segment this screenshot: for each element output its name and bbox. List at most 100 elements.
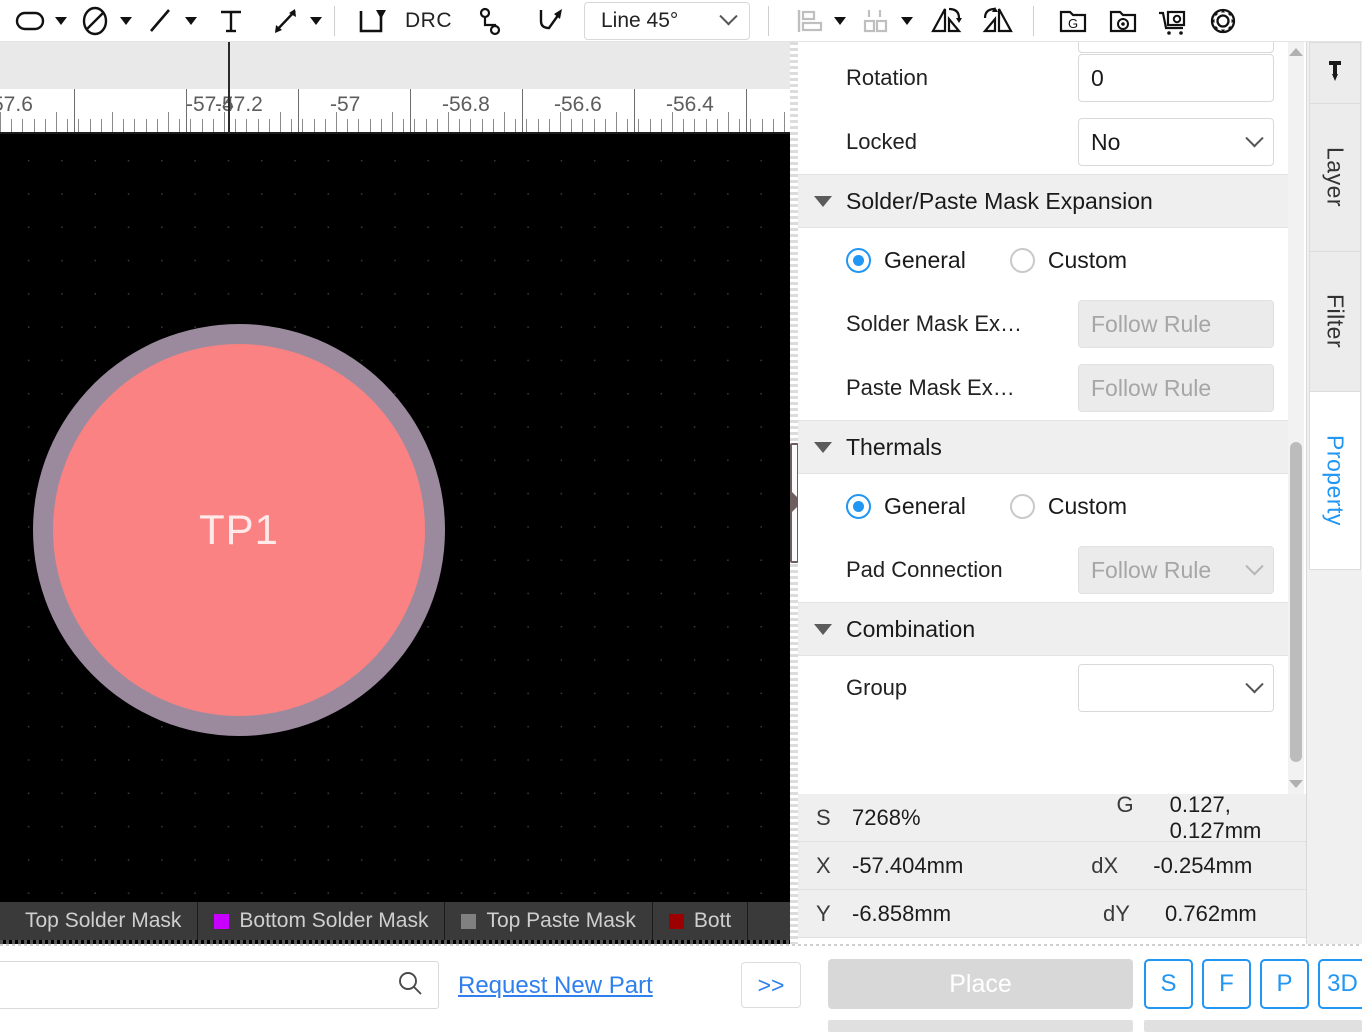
cart[interactable]: [1152, 0, 1194, 42]
scroll-down-button[interactable]: [1288, 776, 1304, 792]
library-search-bar: Request New Part >>: [0, 946, 812, 1032]
ruler-minor-tick: [426, 119, 427, 132]
ruler-minor-tick: [694, 119, 695, 132]
ruler-minor-tick: [414, 119, 415, 132]
ruler-minor-tick: [90, 119, 91, 132]
chevron-down-icon[interactable]: [901, 17, 913, 25]
chevron-down-icon: [1245, 129, 1263, 147]
pcb-drawing-canvas[interactable]: TP1: [0, 134, 790, 902]
group-select[interactable]: [1078, 664, 1274, 712]
thermals-custom-radio[interactable]: Custom: [1010, 493, 1127, 520]
trace-arrow-tool[interactable]: [530, 0, 570, 42]
sidebar-tab-filter[interactable]: Filter: [1309, 252, 1361, 392]
no-entry-tool[interactable]: [75, 0, 134, 42]
distribute-tool[interactable]: [856, 0, 915, 42]
ruler-minor-tick: [538, 119, 539, 132]
main-toolbar: DRC Line 45°: [0, 0, 1362, 42]
center-y-input[interactable]: 7.493mm: [1078, 42, 1274, 53]
scrollbar-thumb[interactable]: [1290, 442, 1302, 762]
status-row: S 7268% G 0.127, 0.127mm: [798, 794, 1306, 842]
sidebar-tab-layer[interactable]: Layer: [1309, 104, 1361, 252]
place-button[interactable]: Place: [828, 959, 1133, 1009]
pin-panel-button[interactable]: [1309, 42, 1361, 104]
pad-shape-tool[interactable]: [10, 0, 69, 42]
locked-select[interactable]: No: [1078, 118, 1274, 166]
toolbar-divider-2: [768, 6, 769, 36]
ruler-minor-tick: [728, 112, 729, 132]
triangle-up-icon: [1289, 48, 1303, 56]
triangle-down-icon: [814, 624, 832, 635]
drc-button[interactable]: DRC: [405, 0, 452, 42]
layer-tab-bottom-paste-mask[interactable]: Bott: [653, 902, 748, 940]
line-tool[interactable]: [140, 0, 199, 42]
scroll-up-button[interactable]: [1288, 44, 1304, 60]
ruler-minor-tick: [381, 119, 382, 132]
ruler-minor-tick: [134, 119, 135, 132]
search-icon[interactable]: [396, 969, 424, 1002]
layer-tab-label: Top Solder Mask: [25, 909, 181, 933]
text-tool[interactable]: [211, 0, 251, 42]
property-label: Solder Mask Ex…: [846, 311, 1078, 337]
solder-mask-general-radio[interactable]: General: [846, 247, 966, 274]
search-input-wrapper[interactable]: [0, 961, 439, 1009]
request-new-part-link[interactable]: Request New Part: [458, 972, 653, 1000]
pad-copper[interactable]: TP1: [53, 344, 425, 716]
status-value: -6.858mm: [852, 901, 951, 927]
chevron-down-icon[interactable]: [310, 17, 322, 25]
three-d-view-button[interactable]: 3D: [1318, 959, 1362, 1009]
ruler-minor-tick: [672, 112, 673, 132]
bottom-bar: Request New Part >> Place S F P 3D: [0, 946, 1362, 1032]
ruler-label: -57.2: [215, 93, 263, 117]
chevron-down-icon[interactable]: [834, 17, 846, 25]
ruler-minor-tick: [627, 119, 628, 132]
section-header-combination[interactable]: Combination: [798, 602, 1288, 656]
layer-tab-bottom-solder-mask[interactable]: Bottom Solder Mask: [198, 902, 445, 940]
rotation-input[interactable]: 0: [1078, 54, 1274, 102]
schematic-view-button[interactable]: S: [1144, 959, 1193, 1009]
expand-next-button[interactable]: >>: [741, 962, 801, 1008]
ruler-minor-tick: [661, 119, 662, 132]
footprint-view-button[interactable]: F: [1202, 959, 1251, 1009]
pcb-order[interactable]: [1102, 0, 1144, 42]
via-stitch-icon: [470, 1, 510, 41]
gerber-export[interactable]: G: [1052, 0, 1094, 42]
property-panel-scrollbar[interactable]: [1288, 42, 1304, 794]
place-action-bar: Place S F P 3D: [812, 946, 1362, 1032]
ruler-minor-tick: [314, 119, 315, 132]
ruler-minor-tick: [190, 119, 191, 132]
solder-mask-custom-radio[interactable]: Custom: [1010, 247, 1127, 274]
layer-tab-label: Top Paste Mask: [486, 909, 635, 933]
ruler-minor-tick: [370, 119, 371, 132]
align-tool[interactable]: [789, 0, 848, 42]
layer-tab-top-paste-mask[interactable]: Top Paste Mask: [445, 902, 652, 940]
radio-dot: [1010, 248, 1035, 273]
ruler-minor-tick: [235, 119, 236, 132]
layer-color-swatch: [669, 914, 684, 929]
line-angle-select[interactable]: Line 45°: [584, 2, 750, 40]
settings[interactable]: [1202, 0, 1244, 42]
chevron-down-icon[interactable]: [55, 17, 67, 25]
section-header-solder-paste-mask[interactable]: Solder/Paste Mask Expansion: [798, 174, 1288, 228]
chevron-down-icon[interactable]: [120, 17, 132, 25]
section-header-thermals[interactable]: Thermals: [798, 420, 1288, 474]
property-row-solder-mask-expansion: Solder Mask Ex… Follow Rule: [798, 292, 1288, 356]
align-left-icon: [789, 1, 829, 41]
pad-solder-mask-ring[interactable]: TP1: [33, 324, 445, 736]
route-corner-tool[interactable]: [351, 0, 391, 42]
thermals-general-radio[interactable]: General: [846, 493, 966, 520]
mirror-horizontal-tool[interactable]: [925, 0, 967, 42]
radio-dot: [846, 494, 871, 519]
layer-tab-top-solder-mask[interactable]: Top Solder Mask: [0, 902, 198, 940]
ruler-minor-tick: [403, 119, 404, 132]
pcb-view-button[interactable]: P: [1260, 959, 1309, 1009]
chevron-down-icon[interactable]: [185, 17, 197, 25]
mirror-vertical-tool[interactable]: [977, 0, 1019, 42]
status-row: Y -6.858mm dY 0.762mm: [798, 890, 1306, 938]
sidebar-tab-property[interactable]: Property: [1309, 392, 1361, 570]
via-tool[interactable]: [470, 0, 510, 42]
ruler-minor-tick: [34, 119, 35, 132]
dimension-tool[interactable]: [265, 0, 324, 42]
horizontal-ruler[interactable]: 57.6 -57.4 -57.2 -57 -56.8 -56.6 -56.4: [0, 42, 790, 134]
ruler-minor-tick: [11, 119, 12, 132]
layer-tab-bar: Top Solder Mask Bottom Solder Mask Top P…: [0, 902, 790, 940]
